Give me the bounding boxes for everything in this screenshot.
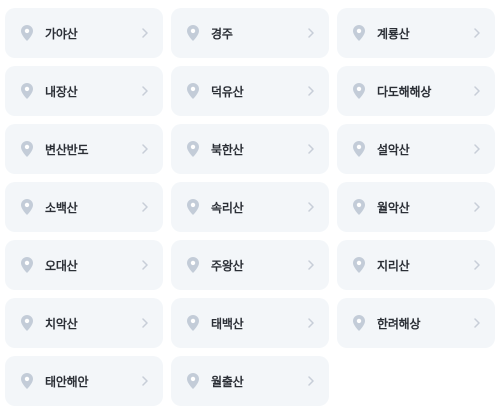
location-pin-icon [353, 83, 365, 99]
region-name: 변산반도 [45, 142, 89, 157]
location-pin-icon [187, 315, 199, 331]
location-pin-icon [353, 257, 365, 273]
location-pin-icon [21, 141, 33, 157]
region-name: 경주 [211, 26, 233, 41]
chevron-right-icon [474, 202, 480, 212]
region-card[interactable]: 내장산 [5, 66, 163, 116]
location-pin-icon [187, 25, 199, 41]
region-name: 소백산 [45, 200, 78, 215]
location-pin-icon [21, 25, 33, 41]
region-name: 다도해해상 [377, 84, 432, 99]
chevron-right-icon [474, 28, 480, 38]
chevron-right-icon [308, 318, 314, 328]
region-name: 주왕산 [211, 258, 244, 273]
region-name: 월출산 [211, 374, 244, 389]
chevron-right-icon [142, 318, 148, 328]
chevron-right-icon [142, 376, 148, 386]
region-card[interactable]: 계룡산 [337, 8, 495, 58]
location-pin-icon [353, 315, 365, 331]
chevron-right-icon [142, 144, 148, 154]
chevron-right-icon [308, 86, 314, 96]
region-card[interactable]: 덕유산 [171, 66, 329, 116]
location-pin-icon [21, 315, 33, 331]
region-name: 덕유산 [211, 84, 244, 99]
region-card[interactable]: 설악산 [337, 124, 495, 174]
chevron-right-icon [474, 260, 480, 270]
region-card[interactable]: 오대산 [5, 240, 163, 290]
region-name: 설악산 [377, 142, 410, 157]
chevron-right-icon [142, 28, 148, 38]
location-pin-icon [187, 257, 199, 273]
chevron-right-icon [142, 260, 148, 270]
region-card[interactable]: 한려해상 [337, 298, 495, 348]
region-name: 태안해안 [45, 374, 89, 389]
region-card[interactable]: 월출산 [171, 356, 329, 406]
chevron-right-icon [308, 144, 314, 154]
location-pin-icon [353, 141, 365, 157]
region-name: 내장산 [45, 84, 78, 99]
chevron-right-icon [142, 202, 148, 212]
chevron-right-icon [308, 28, 314, 38]
region-card[interactable]: 월악산 [337, 182, 495, 232]
region-card[interactable]: 다도해해상 [337, 66, 495, 116]
region-grid: 가야산 경주 계룡산내장산 덕유산 다도해해상변산반도 북한산 설악산소백산 속리산 월악산오대… [5, 8, 495, 406]
location-pin-icon [187, 199, 199, 215]
chevron-right-icon [474, 144, 480, 154]
region-card[interactable]: 소백산 [5, 182, 163, 232]
location-pin-icon [21, 199, 33, 215]
region-card[interactable]: 가야산 [5, 8, 163, 58]
location-pin-icon [21, 83, 33, 99]
region-name: 가야산 [45, 26, 78, 41]
region-name: 태백산 [211, 316, 244, 331]
location-pin-icon [21, 373, 33, 389]
region-card[interactable]: 치악산 [5, 298, 163, 348]
chevron-right-icon [308, 260, 314, 270]
region-name: 계룡산 [377, 26, 410, 41]
region-card[interactable]: 태안해안 [5, 356, 163, 406]
region-name: 북한산 [211, 142, 244, 157]
region-name: 오대산 [45, 258, 78, 273]
region-name: 월악산 [377, 200, 410, 215]
region-name: 지리산 [377, 258, 410, 273]
chevron-right-icon [142, 86, 148, 96]
location-pin-icon [353, 25, 365, 41]
location-pin-icon [187, 141, 199, 157]
location-pin-icon [21, 257, 33, 273]
region-card[interactable]: 주왕산 [171, 240, 329, 290]
chevron-right-icon [308, 202, 314, 212]
location-pin-icon [353, 199, 365, 215]
chevron-right-icon [474, 86, 480, 96]
region-name: 속리산 [211, 200, 244, 215]
region-card[interactable]: 태백산 [171, 298, 329, 348]
chevron-right-icon [308, 376, 314, 386]
region-card[interactable]: 속리산 [171, 182, 329, 232]
chevron-right-icon [474, 318, 480, 328]
region-card[interactable]: 지리산 [337, 240, 495, 290]
location-pin-icon [187, 373, 199, 389]
region-name: 치악산 [45, 316, 78, 331]
region-card[interactable]: 경주 [171, 8, 329, 58]
region-card[interactable]: 변산반도 [5, 124, 163, 174]
location-pin-icon [187, 83, 199, 99]
region-card[interactable]: 북한산 [171, 124, 329, 174]
region-name: 한려해상 [377, 316, 421, 331]
